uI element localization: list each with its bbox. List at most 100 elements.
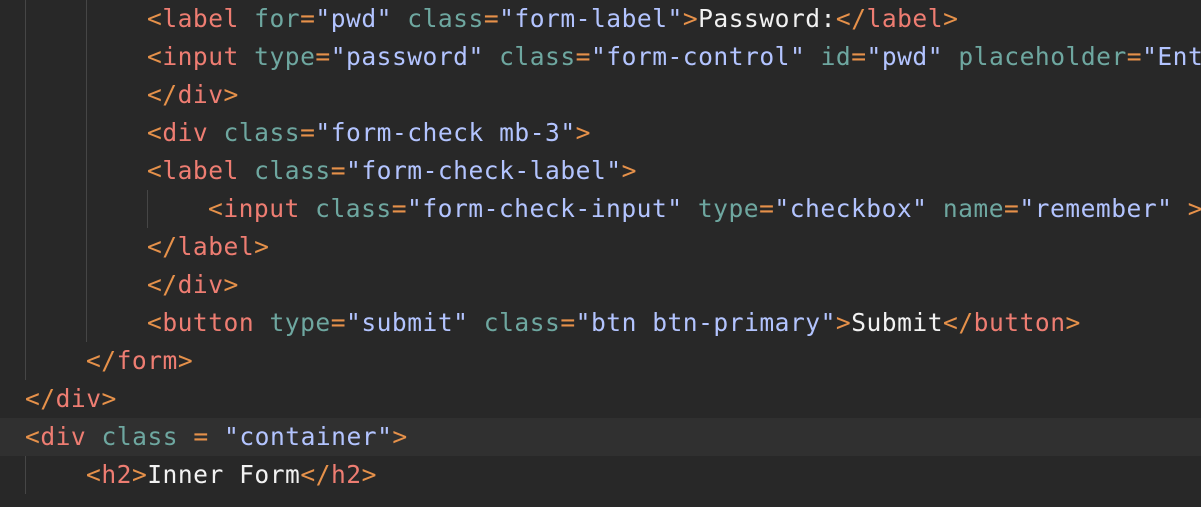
token-attribute-name: type [269, 308, 331, 337]
code-line[interactable]: <input type="password" class="form-contr… [0, 38, 1201, 76]
token-tag-name: h2 [101, 460, 132, 489]
token-equals-sign: = [483, 4, 500, 33]
token-attribute-name: class [483, 308, 561, 337]
token-attribute-value: "pwd" [866, 42, 944, 71]
token-attribute-value: "password" [330, 42, 484, 71]
token-text-content: Inner Form [147, 460, 301, 489]
token-bracket: > [177, 346, 194, 375]
token-tag-name: input [223, 194, 300, 223]
token-tag-name: div [40, 422, 87, 451]
token-equals-sign: = [193, 422, 209, 451]
token-attribute-name: name [942, 194, 1005, 223]
token-bracket: </ [835, 4, 867, 33]
token-tag-name: label [177, 232, 255, 261]
token-tag-name: div [162, 118, 209, 147]
code-line[interactable]: </div> [0, 380, 1201, 418]
token-equals-sign: = [391, 194, 408, 223]
code-editor[interactable]: <label for="pwd" class="form-label">Pass… [0, 0, 1201, 507]
token-attribute-value: "pwd" [315, 4, 392, 33]
token-attribute-value: "form-label" [499, 4, 683, 33]
token-tag-name: div [177, 80, 224, 109]
code-line[interactable]: </div> [0, 76, 1201, 114]
token-attribute-value: "form-check mb-3" [315, 118, 576, 147]
token-attribute-name: id [820, 42, 852, 71]
token-attribute-name: placeholder [958, 42, 1127, 71]
token-attribute-value: "form-check-label" [346, 156, 622, 185]
code-line[interactable]: <div class = "container"> [0, 418, 1201, 456]
token-tag-name: input [162, 42, 239, 71]
token-tag-name: button [973, 308, 1066, 337]
token-bracket: </ [86, 346, 117, 375]
token-text-content: Submit [851, 308, 944, 337]
token-bracket: > [223, 270, 239, 299]
token-attribute-name: class [315, 194, 392, 223]
code-line[interactable]: </div> [0, 266, 1201, 304]
token-text-content: Password: [698, 4, 836, 33]
token-attribute-name: type [697, 194, 760, 223]
token-attribute-name: class [254, 156, 331, 185]
token-attribute-value: "remember" [1019, 194, 1173, 223]
token-bracket: </ [147, 232, 178, 261]
token-equals-sign: = [300, 4, 316, 33]
token-bracket: > [1187, 194, 1201, 223]
token-equals-sign: = [560, 308, 576, 337]
token-attribute-value: "submit" [346, 308, 469, 337]
token-attribute-value: "form-check-input" [407, 194, 683, 223]
token-bracket: < [147, 4, 163, 33]
token-tag-name: label [866, 4, 944, 33]
code-line[interactable]: <input class="form-check-input" type="ch… [0, 190, 1201, 228]
code-line[interactable]: <h2>Inner Form</h2> [0, 456, 1201, 494]
token-bracket: > [131, 460, 148, 489]
code-line[interactable]: <div class="form-check mb-3"> [0, 114, 1201, 152]
token-bracket: > [621, 156, 637, 185]
token-attribute-name: class [407, 4, 484, 33]
token-bracket: < [86, 460, 102, 489]
token-bracket: < [208, 194, 224, 223]
token-equals-sign: = [759, 194, 775, 223]
token-bracket: </ [147, 80, 178, 109]
token-tag-name: button [162, 308, 255, 337]
token-equals-sign: = [575, 42, 591, 71]
token-bracket: > [361, 460, 377, 489]
code-line[interactable]: <button type="submit" class="btn btn-pri… [0, 304, 1201, 342]
token-bracket: </ [25, 384, 56, 413]
token-tag-name: div [177, 270, 224, 299]
token-bracket: > [223, 80, 239, 109]
token-attribute-value: "checkbox" [774, 194, 928, 223]
token-equals-sign: = [330, 308, 347, 337]
token-bracket: </ [147, 270, 178, 299]
token-bracket: > [943, 4, 959, 33]
token-bracket: > [254, 232, 270, 261]
code-line[interactable]: </form> [0, 342, 1201, 380]
code-line[interactable]: <label class="form-check-label"> [0, 152, 1201, 190]
token-bracket: < [147, 156, 163, 185]
code-line[interactable]: </label> [0, 228, 1201, 266]
token-tag-name: div [55, 384, 102, 413]
token-equals-sign: = [300, 118, 316, 147]
token-tag-name: h2 [330, 460, 362, 489]
token-bracket: < [147, 118, 163, 147]
token-bracket: </ [943, 308, 974, 337]
token-bracket: > [392, 422, 408, 451]
token-bracket: < [147, 308, 163, 337]
token-tag-name: label [162, 4, 239, 33]
token-bracket: < [25, 422, 41, 451]
token-equals-sign: = [315, 42, 331, 71]
code-line[interactable]: <label for="pwd" class="form-label">Pass… [0, 0, 1201, 38]
token-tag-name: label [162, 156, 239, 185]
token-bracket: < [147, 42, 163, 71]
token-bracket: > [101, 384, 117, 413]
